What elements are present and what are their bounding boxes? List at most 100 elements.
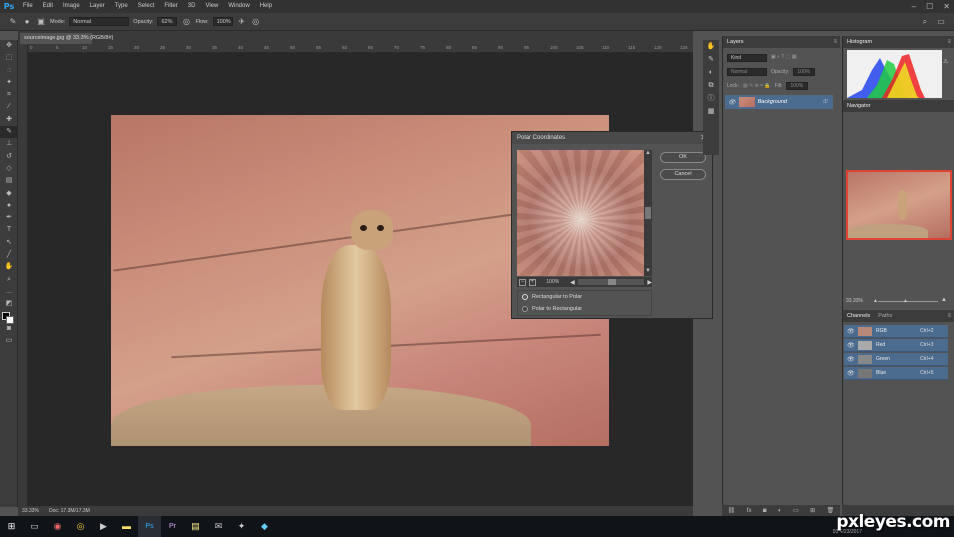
color-swatches[interactable] [0,311,18,324]
menu-3d[interactable]: 3D [183,0,201,13]
zoom-out-icon[interactable]: − [519,278,526,286]
menu-file[interactable]: File [18,0,38,13]
quick-mask-icon[interactable]: ◙ [0,323,18,335]
fill-field[interactable]: 100% [786,82,809,90]
screen-mode-icon[interactable]: ▭ [0,335,18,347]
history-brush-icon[interactable]: ↺ [0,151,18,163]
warning-icon[interactable]: ⚠ [943,58,948,65]
new-layer-icon[interactable]: ⊞ [810,507,815,514]
eye-icon[interactable]: 👁 [728,99,736,106]
lock-icons[interactable]: ▦ ✎ ✥ ⌗ 🔒 [743,83,771,89]
filter-icons[interactable]: ▣ ◐ T ⬚ ▦ [771,54,797,62]
menu-edit[interactable]: Edit [38,0,58,13]
mail-icon[interactable]: ✉ [207,516,230,537]
fx-icon[interactable]: fx [747,508,752,514]
ok-button[interactable]: OK [660,152,706,163]
scroll-right-icon[interactable]: ▶ [647,279,652,286]
styles-icon[interactable]: ▦ [703,105,719,118]
adjustment-icon[interactable]: ◐ [778,508,782,514]
brush-settings-icon[interactable]: ✎ [703,53,719,66]
opacity-field[interactable]: 62% [157,17,178,26]
quick-select-tool-icon[interactable]: ✦ [0,77,18,89]
zoom-tool-icon[interactable]: ⌕ [0,274,18,286]
close-button[interactable]: ✕ [943,0,950,13]
color-icon[interactable]: ◐ [703,66,719,79]
option-rect-to-polar[interactable]: Rectangular to Polar [518,291,651,303]
histogram-header[interactable]: Histogram ≡ [843,36,954,48]
firefox-icon[interactable]: ◉ [46,516,69,537]
layer-opacity-field[interactable]: 100% [793,68,816,76]
panel-menu-icon[interactable]: ≡ [947,36,951,48]
airbrush-icon[interactable]: ✈ [237,17,247,27]
more-tools-icon[interactable]: … [0,286,18,298]
layers-tab[interactable]: Layers [727,39,744,45]
default-colors-icon[interactable]: ◩ [0,298,18,310]
zoom-level[interactable]: 33.33% [22,508,39,514]
pressure-opacity-icon[interactable]: ◎ [181,17,191,27]
notes-icon[interactable]: ▤ [184,516,207,537]
dodge-tool-icon[interactable]: ● [0,200,18,212]
scroll-up-icon[interactable]: ▲ [645,150,651,156]
paths-tab[interactable]: Paths [878,310,892,322]
channel-green[interactable]: 👁 Green Ctrl+4 [844,353,948,366]
marquee-tool-icon[interactable]: ⬚ [0,52,18,64]
channels-tab[interactable]: Channels [847,310,870,322]
menu-layer[interactable]: Layer [85,0,110,13]
blend-mode-select[interactable]: Normal [727,68,767,76]
brush-preset-icon[interactable]: ● [22,17,32,27]
pen-tool-icon[interactable]: ✒ [0,212,18,224]
mask-icon[interactable]: ◙ [763,508,767,514]
slider-knob-icon[interactable]: ▲ [903,298,908,304]
lock-icon[interactable]: ⚿ [823,99,827,106]
media-icon[interactable]: ▶ [92,516,115,537]
radio-icon[interactable] [522,306,528,312]
menu-type[interactable]: Type [110,0,133,13]
premiere-icon[interactable]: Pr [161,516,184,537]
zoom-in-icon[interactable]: ▲ [941,297,947,303]
type-tool-icon[interactable]: T [0,224,18,236]
photoshop-taskbar-icon[interactable]: Ps [138,516,161,537]
eye-icon[interactable]: 👁 [847,356,855,363]
move-tool-icon[interactable]: ✥ [0,40,18,52]
channel-red[interactable]: 👁 Red Ctrl+3 [844,339,948,352]
line-tool-icon[interactable]: ╱ [0,249,18,261]
document-tab[interactable]: sourceimage.jpg @ 33.3% (RGB/8#) [20,33,113,44]
tool-presets-icon[interactable]: ✋ [703,40,719,53]
navigator-tab[interactable]: Navigator [847,103,871,109]
histogram-tab[interactable]: Histogram [847,39,872,45]
menu-filter[interactable]: Filter [159,0,182,13]
menu-image[interactable]: Image [58,0,85,13]
eye-icon[interactable]: 👁 [847,342,855,349]
task-view-icon[interactable]: ▭ [23,516,46,537]
layer-background[interactable]: 👁 Background ⚿ [725,95,833,109]
chrome-icon[interactable]: ◎ [69,516,92,537]
blur-tool-icon[interactable]: ◆ [0,188,18,200]
channel-blue[interactable]: 👁 Blue Ctrl+5 [844,367,948,380]
option-polar-to-rect[interactable]: Polar to Rectangular [518,303,651,315]
scroll-down-icon[interactable]: ▼ [645,268,651,274]
menu-view[interactable]: View [200,0,223,13]
panel-menu-icon[interactable]: ≡ [947,310,951,322]
dialog-title[interactable]: Polar Coordinates [512,132,712,144]
minimize-button[interactable]: – [912,0,916,13]
navigator-thumbnail[interactable] [846,170,952,240]
healing-tool-icon[interactable]: ✚ [0,114,18,126]
eye-icon[interactable]: 👁 [847,328,855,335]
mode-select[interactable]: Normal [69,17,130,26]
adjust-icon[interactable]: ⧉ [703,79,719,92]
search-icon[interactable]: ⌕ [920,17,930,27]
folder-icon[interactable]: ▭ [793,507,799,514]
stamp-tool-icon[interactable]: ⊥ [0,138,18,150]
crop-tool-icon[interactable]: ⌗ [0,89,18,101]
menu-help[interactable]: Help [255,0,277,13]
info-icon[interactable]: ⓘ [703,92,719,105]
navigator-slider[interactable] [878,301,938,302]
lasso-tool-icon[interactable]: ◌ [0,65,18,77]
navigator-zoom[interactable]: 33.33% [846,298,863,304]
doc-size[interactable]: Doc: 17.3M/17.3M [49,508,90,514]
preview-hscroll[interactable] [577,279,645,285]
cancel-button[interactable]: Cancel [660,169,706,180]
maximize-button[interactable]: ☐ [926,0,933,13]
layers-header[interactable]: Layers ≡ [723,36,840,48]
zoom-in-icon[interactable]: + [528,278,536,286]
